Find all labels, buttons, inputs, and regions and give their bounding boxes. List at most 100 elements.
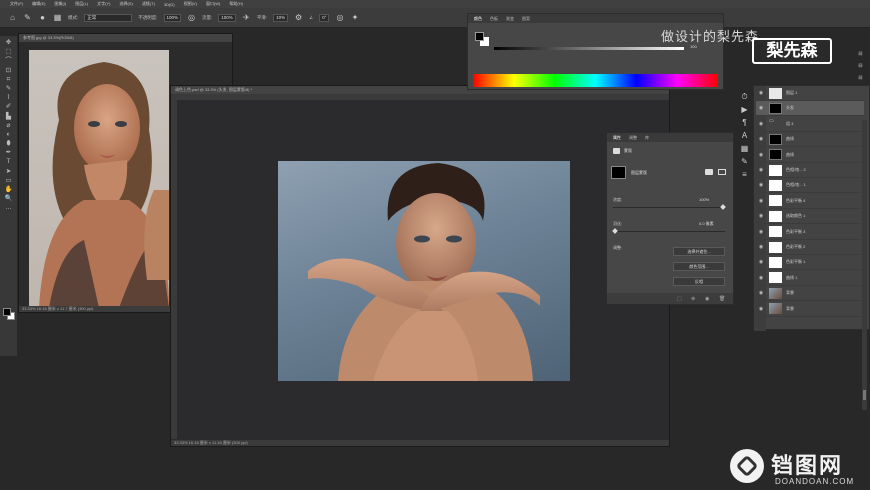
tool-icon[interactable]: ▙: [6, 113, 11, 121]
tool-icon[interactable]: ⌗: [7, 76, 11, 84]
tab-adjustments[interactable]: 调整: [629, 135, 637, 141]
eye-icon[interactable]: ◉: [756, 244, 766, 250]
tool-icon[interactable]: 🔍: [4, 195, 12, 203]
layer-row[interactable]: ◉ 背景: [756, 302, 864, 317]
brush-size-icon[interactable]: ●: [38, 13, 47, 22]
invert-button[interactable]: 反相: [673, 277, 725, 286]
airbrush-icon[interactable]: ✈: [242, 13, 251, 22]
pressure-opacity-icon[interactable]: ◎: [187, 13, 196, 22]
eye-icon[interactable]: ◉: [756, 105, 766, 111]
canvas-artwork[interactable]: [278, 161, 570, 381]
gear-icon[interactable]: ⚙: [294, 13, 303, 22]
menu-item[interactable]: 视图(V): [184, 1, 197, 7]
character-icon[interactable]: A: [740, 131, 749, 140]
menu-item[interactable]: 3D(D): [164, 2, 175, 7]
eye-icon[interactable]: ◉: [756, 167, 766, 173]
tool-icon[interactable]: ✒: [6, 149, 11, 157]
menu-item[interactable]: 窗口(W): [206, 1, 220, 7]
symmetry-icon[interactable]: ✦: [350, 13, 359, 22]
feather-slider[interactable]: [612, 228, 725, 234]
brush-panel-icon[interactable]: ▦: [53, 13, 62, 22]
layer-row[interactable]: ◉ 曲线 1: [756, 271, 864, 286]
eye-icon[interactable]: ◉: [756, 136, 766, 142]
eye-icon[interactable]: ◉: [756, 275, 766, 281]
tool-icon[interactable]: …: [5, 204, 12, 212]
eye-icon[interactable]: ◉: [756, 290, 766, 296]
layer-row[interactable]: ◉ 色相/饱... 2: [756, 163, 864, 178]
smooth-field[interactable]: 10%: [273, 13, 289, 22]
menu-item[interactable]: 帮助(H): [229, 1, 243, 7]
tool-icon[interactable]: ⌇: [7, 94, 10, 102]
tab-swatches[interactable]: 色板: [490, 16, 498, 22]
tab-libraries[interactable]: 库: [645, 135, 649, 141]
tool-icon[interactable]: ✋: [4, 186, 12, 194]
tool-icon[interactable]: T: [7, 158, 11, 166]
panel-menu-icon[interactable]: ⊟: [856, 50, 865, 59]
flow-field[interactable]: 100%: [218, 13, 236, 22]
vector-mask-icon[interactable]: [718, 169, 726, 175]
layer-row[interactable]: ◉ 色彩平衡 2: [756, 240, 864, 255]
panel-menu-icon[interactable]: ⊟: [856, 62, 865, 71]
tool-icon[interactable]: ⌒: [5, 57, 12, 65]
brushes-icon[interactable]: ✎: [740, 157, 749, 166]
tool-icon[interactable]: ◐: [7, 131, 11, 139]
opacity-field[interactable]: 100%: [163, 13, 182, 22]
menu-item[interactable]: 图层(L): [75, 1, 88, 7]
actions-icon[interactable]: ▶: [740, 105, 749, 114]
menu-item[interactable]: 文件(F): [10, 1, 23, 7]
density-value[interactable]: 100%: [699, 197, 709, 202]
tool-icon[interactable]: ➤: [6, 168, 11, 176]
home-icon[interactable]: ⌂: [8, 13, 17, 22]
mode-select[interactable]: 正常: [84, 13, 133, 22]
tool-icon[interactable]: ⊡: [6, 67, 11, 75]
menu-item[interactable]: 编辑(E): [32, 1, 45, 7]
tool-icon[interactable]: ⌀: [7, 122, 11, 130]
apply-mask-icon[interactable]: ⊕: [691, 296, 695, 302]
eye-icon[interactable]: ◉: [756, 259, 766, 265]
tab-patterns[interactable]: 图案: [522, 16, 530, 22]
layer-row[interactable]: ◉ 色彩平衡 4: [756, 194, 864, 209]
visibility-icon[interactable]: ◉: [705, 296, 709, 302]
layer-row[interactable]: ◉ 图层 1: [756, 86, 864, 101]
brush-icon[interactable]: ✎: [23, 13, 32, 22]
tool-icon[interactable]: ▭: [5, 177, 11, 185]
layer-row[interactable]: ◉ 色相/饱... 1: [756, 178, 864, 194]
tool-icon[interactable]: ⬚: [5, 48, 11, 56]
scrollbar[interactable]: [862, 120, 867, 410]
eye-icon[interactable]: ◉: [756, 229, 766, 235]
eye-icon[interactable]: ◉: [756, 213, 766, 219]
color-range-button[interactable]: 颜色范围...: [673, 262, 725, 271]
tool-icon[interactable]: ⬮: [6, 140, 10, 148]
tab-color[interactable]: 颜色: [474, 16, 482, 22]
swatches-icon[interactable]: ▦: [740, 144, 749, 153]
main-document-window[interactable]: 调色上色.psd @ 33.3% (头发, 图层蒙版/8) * 33.33% 1…: [170, 85, 670, 447]
channels-icon[interactable]: ≡: [740, 170, 749, 179]
eye-icon[interactable]: ◉: [756, 306, 766, 312]
layer-row[interactable]: ◉ 头发: [756, 101, 864, 117]
color-spectrum[interactable]: [473, 74, 718, 87]
eye-icon[interactable]: ◉: [756, 182, 766, 188]
color-swatch-pair[interactable]: [475, 32, 489, 46]
layer-row[interactable]: ◉ 背景: [756, 286, 864, 302]
tab-gradients[interactable]: 渐变: [506, 16, 514, 22]
tool-icon[interactable]: ✎: [6, 85, 11, 93]
layer-row[interactable]: ◉ 曲线: [756, 132, 864, 148]
eye-icon[interactable]: ◉: [756, 152, 766, 158]
density-slider[interactable]: [613, 204, 726, 210]
layer-row[interactable]: ◉ 色彩平衡 1: [756, 255, 864, 271]
menu-item[interactable]: 文字(Y): [97, 1, 110, 7]
history-icon[interactable]: ⏱: [740, 92, 749, 101]
select-and-mask-button[interactable]: 选择并遮住...: [673, 247, 725, 256]
layer-row[interactable]: ◉ ▭ 组 3: [756, 117, 864, 132]
layer-row[interactable]: ◉ 曲线: [756, 148, 864, 163]
eye-icon[interactable]: ◉: [756, 90, 766, 96]
tool-icon[interactable]: ✐: [6, 103, 11, 111]
menu-item[interactable]: 选择(S): [119, 1, 132, 7]
tool-icon[interactable]: ✥: [6, 39, 11, 47]
panel-menu-icon[interactable]: ⊟: [856, 74, 865, 83]
tab-properties[interactable]: 属性: [613, 135, 621, 141]
layer-row[interactable]: ◉ 色彩平衡 3: [756, 225, 864, 240]
color-slider-track[interactable]: [494, 47, 684, 50]
menu-item[interactable]: 图像(I): [54, 1, 66, 7]
eye-icon[interactable]: ◉: [756, 121, 766, 127]
